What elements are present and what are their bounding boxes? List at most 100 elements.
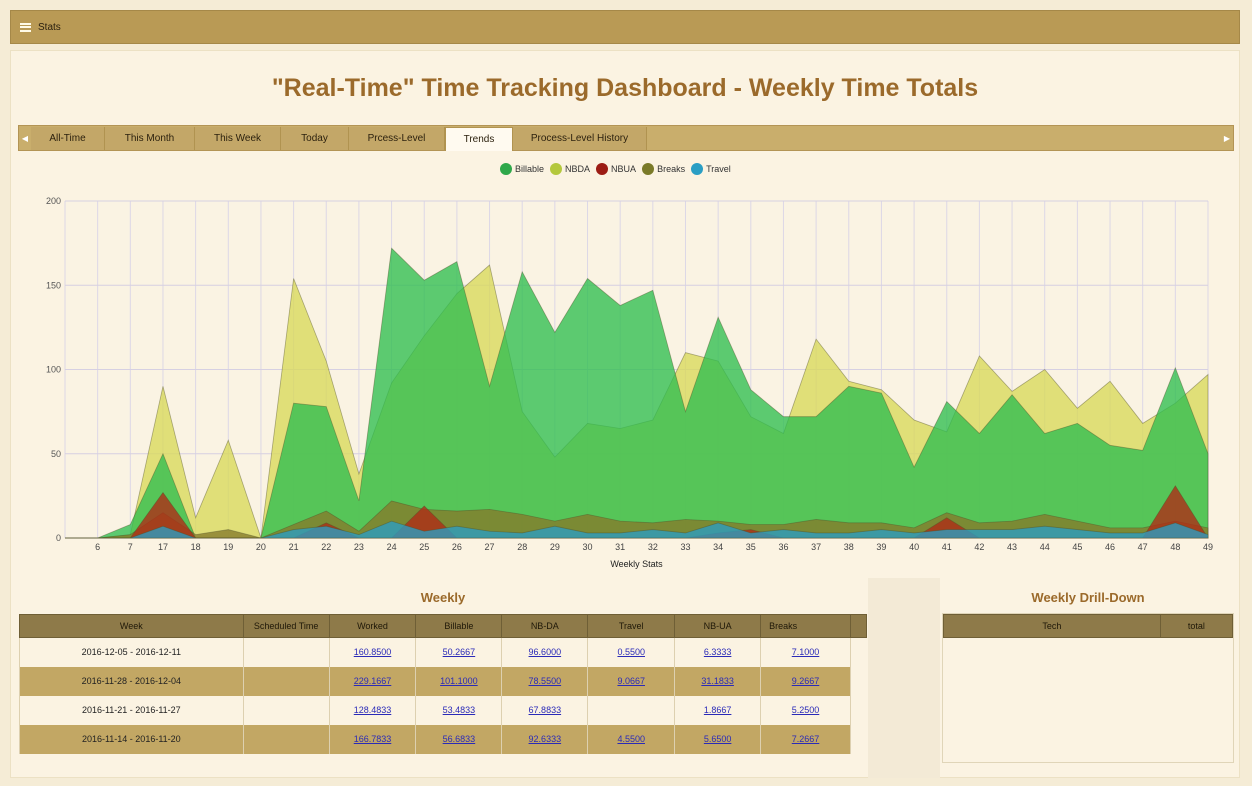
breaks-link[interactable]: 5.2500 (792, 705, 820, 715)
worked-link[interactable]: 160.8500 (354, 647, 392, 657)
column-header-billable[interactable]: Billable (415, 614, 503, 638)
cell-worked: 229.1667 (328, 666, 416, 696)
x-axis-label: Weekly Stats (610, 559, 663, 569)
legend-item-billable[interactable]: Billable (500, 163, 544, 175)
tab-this-week[interactable]: This Week (195, 127, 281, 150)
cell-scheduled (242, 637, 330, 667)
tab-scroll-left-icon[interactable]: ◀ (19, 126, 31, 150)
tab-all-time[interactable]: All-Time (31, 127, 105, 150)
cell-week: 2016-12-05 - 2016-12-11 (19, 637, 244, 667)
x-tick-label: 39 (876, 542, 886, 552)
nbua-link[interactable]: 1.8667 (704, 705, 732, 715)
legend-item-breaks[interactable]: Breaks (642, 163, 685, 175)
x-tick-label: 42 (974, 542, 984, 552)
column-header-total[interactable]: total (1159, 614, 1234, 638)
tab-trends[interactable]: Trends (445, 127, 513, 151)
cell-travel: 4.5500 (587, 724, 675, 754)
x-tick-label: 28 (517, 542, 527, 552)
breaks-link[interactable]: 9.2667 (792, 676, 820, 686)
x-tick-label: 24 (387, 542, 397, 552)
cell-billable: 56.6833 (415, 724, 502, 754)
drilldown-header-row: Tech total (943, 614, 1234, 638)
column-header-week[interactable]: Week (19, 614, 244, 638)
tab-process-level-history[interactable]: Process-Level History (513, 127, 647, 150)
x-tick-label: 29 (550, 542, 560, 552)
y-tick-label: 150 (46, 280, 61, 290)
hamburger-menu-icon[interactable] (20, 22, 31, 32)
x-tick-label: 6 (95, 542, 100, 552)
column-header-breaks[interactable]: Breaks (760, 614, 851, 638)
cell-nbda: 78.5500 (501, 666, 588, 696)
travel-link[interactable]: 0.5500 (617, 647, 645, 657)
cell-spacer (849, 724, 867, 754)
table-row: 2016-11-21 - 2016-11-27 128.4833 53.4833… (19, 695, 867, 725)
column-header-worked[interactable]: Worked (328, 614, 417, 638)
nbua-link[interactable]: 6.3333 (704, 647, 732, 657)
breaks-link[interactable]: 7.1000 (792, 647, 820, 657)
legend-item-nbda[interactable]: NBDA (550, 163, 590, 175)
weekly-section-title: Weekly (420, 590, 466, 605)
nbda-link[interactable]: 92.6333 (529, 734, 562, 744)
x-tick-label: 40 (909, 542, 919, 552)
weekly-stats-area-chart: 0 50 100 150 200 6 7 17 18 19 20 21 22 23 24 25 26 27 28 29… (46, 196, 1213, 569)
cell-breaks: 7.2667 (760, 724, 851, 754)
billable-link[interactable]: 101.1000 (440, 676, 478, 686)
legend-swatch (500, 163, 512, 175)
column-header-tech[interactable]: Tech (943, 614, 1161, 638)
billable-link[interactable]: 50.2667 (443, 647, 476, 657)
x-tick-label: 17 (158, 542, 168, 552)
cell-breaks: 5.2500 (760, 695, 851, 725)
tab-process-level[interactable]: Prcess-Level (349, 127, 445, 150)
nbda-link[interactable]: 78.5500 (529, 676, 562, 686)
cell-nbda: 92.6333 (501, 724, 588, 754)
nbda-link[interactable]: 67.8833 (529, 705, 562, 715)
section-divider (868, 578, 940, 778)
cell-nbua: 5.6500 (674, 724, 761, 754)
y-tick-label: 50 (51, 449, 61, 459)
table-row: 2016-11-14 - 2016-11-20 166.7833 56.6833… (19, 724, 867, 754)
x-tick-label: 18 (191, 542, 201, 552)
travel-link[interactable]: 9.0667 (617, 676, 645, 686)
tab-scroll-right-icon[interactable]: ▶ (1221, 126, 1233, 150)
legend-item-travel[interactable]: Travel (691, 163, 731, 175)
column-header-travel[interactable]: Travel (587, 614, 676, 638)
nbua-link[interactable]: 5.6500 (704, 734, 732, 744)
cell-scheduled (242, 695, 330, 725)
tab-this-month[interactable]: This Month (105, 127, 195, 150)
cell-scheduled (242, 666, 330, 696)
travel-link[interactable]: 4.5500 (617, 734, 645, 744)
cell-breaks: 9.2667 (760, 666, 851, 696)
breaks-link[interactable]: 7.2667 (792, 734, 820, 744)
weekly-table: Week Scheduled Time Worked Billable NB-D… (19, 614, 868, 754)
tab-today[interactable]: Today (281, 127, 349, 150)
cell-travel: 0.5500 (587, 637, 675, 667)
cell-spacer (849, 637, 867, 667)
worked-link[interactable]: 229.1667 (354, 676, 392, 686)
billable-link[interactable]: 56.6833 (443, 734, 476, 744)
x-tick-label: 45 (1072, 542, 1082, 552)
x-tick-label: 7 (128, 542, 133, 552)
worked-link[interactable]: 128.4833 (354, 705, 392, 715)
cell-week: 2016-11-14 - 2016-11-20 (19, 724, 244, 754)
cell-nbda: 96.6000 (501, 637, 588, 667)
cell-week: 2016-11-21 - 2016-11-27 (19, 695, 244, 725)
nbua-link[interactable]: 31.1833 (701, 676, 734, 686)
tabs: All-Time This Month This Week Today Prce… (31, 127, 647, 151)
x-tick-label: 26 (452, 542, 462, 552)
x-tick-label: 43 (1007, 542, 1017, 552)
cell-travel: 9.0667 (587, 666, 675, 696)
column-header-nb-da[interactable]: NB-DA (501, 614, 589, 638)
nbda-link[interactable]: 96.6000 (529, 647, 562, 657)
x-tick-label: 21 (289, 542, 299, 552)
x-tick-label: 37 (811, 542, 821, 552)
drilldown-section-title: Weekly Drill-Down (1031, 590, 1145, 605)
app-window: Stats "Real-Time" Time Tracking Dashboar… (0, 0, 1252, 786)
billable-link[interactable]: 53.4833 (443, 705, 476, 715)
x-tick-label: 46 (1105, 542, 1115, 552)
column-header-nb-ua[interactable]: NB-UA (674, 614, 762, 638)
column-header-scheduled-time[interactable]: Scheduled Time (242, 614, 330, 638)
worked-link[interactable]: 166.7833 (354, 734, 392, 744)
legend-item-nbua[interactable]: NBUA (596, 163, 636, 175)
y-tick-label: 100 (46, 365, 61, 375)
x-tick-label: 30 (583, 542, 593, 552)
